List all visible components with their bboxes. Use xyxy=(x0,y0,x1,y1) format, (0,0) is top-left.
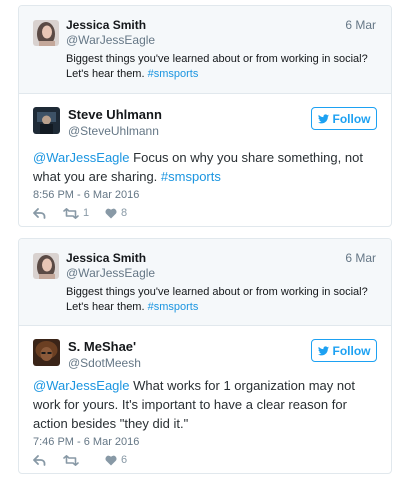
quoted-body: Biggest things you've learned about or f… xyxy=(66,53,368,80)
retweet-count: 1 xyxy=(83,207,90,219)
like-button[interactable]: 8 xyxy=(105,207,145,219)
quoted-text: Biggest things you've learned about or f… xyxy=(66,52,378,82)
tweet-timestamp[interactable]: 7:46 PM - 6 Mar 2016 xyxy=(33,436,139,448)
reply-button[interactable] xyxy=(33,454,63,466)
follow-label: Follow xyxy=(332,343,371,358)
like-button[interactable]: 6 xyxy=(105,454,145,466)
hashtag-link[interactable]: #smsports xyxy=(148,68,199,80)
retweet-icon xyxy=(63,454,79,466)
quoted-body: Biggest things you've learned about or f… xyxy=(66,286,368,313)
author-name[interactable]: Steve Uhlmann xyxy=(68,107,162,122)
embedded-tweet-card: Jessica Smith @WarJessEagle 6 Mar Bigges… xyxy=(18,5,392,227)
embedded-tweet-card: Jessica Smith @WarJessEagle 6 Mar Bigges… xyxy=(18,238,392,474)
mention-link[interactable]: @WarJessEagle xyxy=(33,378,130,393)
tweet-actions: 1 8 xyxy=(33,207,145,219)
like-count: 6 xyxy=(121,454,128,466)
quoted-text: Biggest things you've learned about or f… xyxy=(66,285,378,315)
tweet-text: @WarJessEagle Focus on why you share som… xyxy=(33,148,383,186)
quoted-author-handle[interactable]: @WarJessEagle xyxy=(66,266,155,280)
hashtag-link[interactable]: #smsports xyxy=(148,301,199,313)
heart-icon xyxy=(105,208,117,218)
heart-icon xyxy=(105,455,117,465)
tweet-timestamp[interactable]: 8:56 PM - 6 Mar 2016 xyxy=(33,189,139,201)
quoted-author-name[interactable]: Jessica Smith xyxy=(66,251,146,265)
quoted-tweet[interactable]: Jessica Smith @WarJessEagle 6 Mar Bigges… xyxy=(19,239,391,326)
follow-button[interactable]: Follow xyxy=(311,107,377,130)
retweet-button[interactable]: 1 xyxy=(63,207,105,219)
jessica-avatar[interactable] xyxy=(33,253,59,279)
follow-label: Follow xyxy=(332,111,371,126)
follow-button[interactable]: Follow xyxy=(311,339,377,362)
hashtag-link[interactable]: #smsports xyxy=(161,169,221,184)
twitter-bird-icon xyxy=(317,345,329,355)
twitter-bird-icon xyxy=(317,113,329,123)
retweet-icon xyxy=(63,207,79,219)
quoted-author-handle[interactable]: @WarJessEagle xyxy=(66,33,155,47)
quoted-tweet[interactable]: Jessica Smith @WarJessEagle 6 Mar Bigges… xyxy=(19,6,391,94)
jessica-avatar[interactable] xyxy=(33,20,59,46)
quoted-date[interactable]: 6 Mar xyxy=(345,251,376,265)
quoted-date[interactable]: 6 Mar xyxy=(345,18,376,32)
meshae-avatar[interactable] xyxy=(33,339,60,366)
like-count: 8 xyxy=(121,207,128,219)
author-handle[interactable]: @SteveUhlmann xyxy=(68,124,159,138)
steve-avatar[interactable] xyxy=(33,107,60,134)
reply-icon xyxy=(33,454,46,466)
retweet-button[interactable] xyxy=(63,454,105,466)
tweet-text: @WarJessEagle What works for 1 organizat… xyxy=(33,376,383,433)
author-name[interactable]: S. MeShae' xyxy=(68,339,136,354)
tweet-actions: 6 xyxy=(33,454,145,466)
quoted-author-name[interactable]: Jessica Smith xyxy=(66,18,146,32)
reply-button[interactable] xyxy=(33,207,63,219)
mention-link[interactable]: @WarJessEagle xyxy=(33,150,130,165)
reply-icon xyxy=(33,207,46,219)
author-handle[interactable]: @SdotMeesh xyxy=(68,356,141,370)
